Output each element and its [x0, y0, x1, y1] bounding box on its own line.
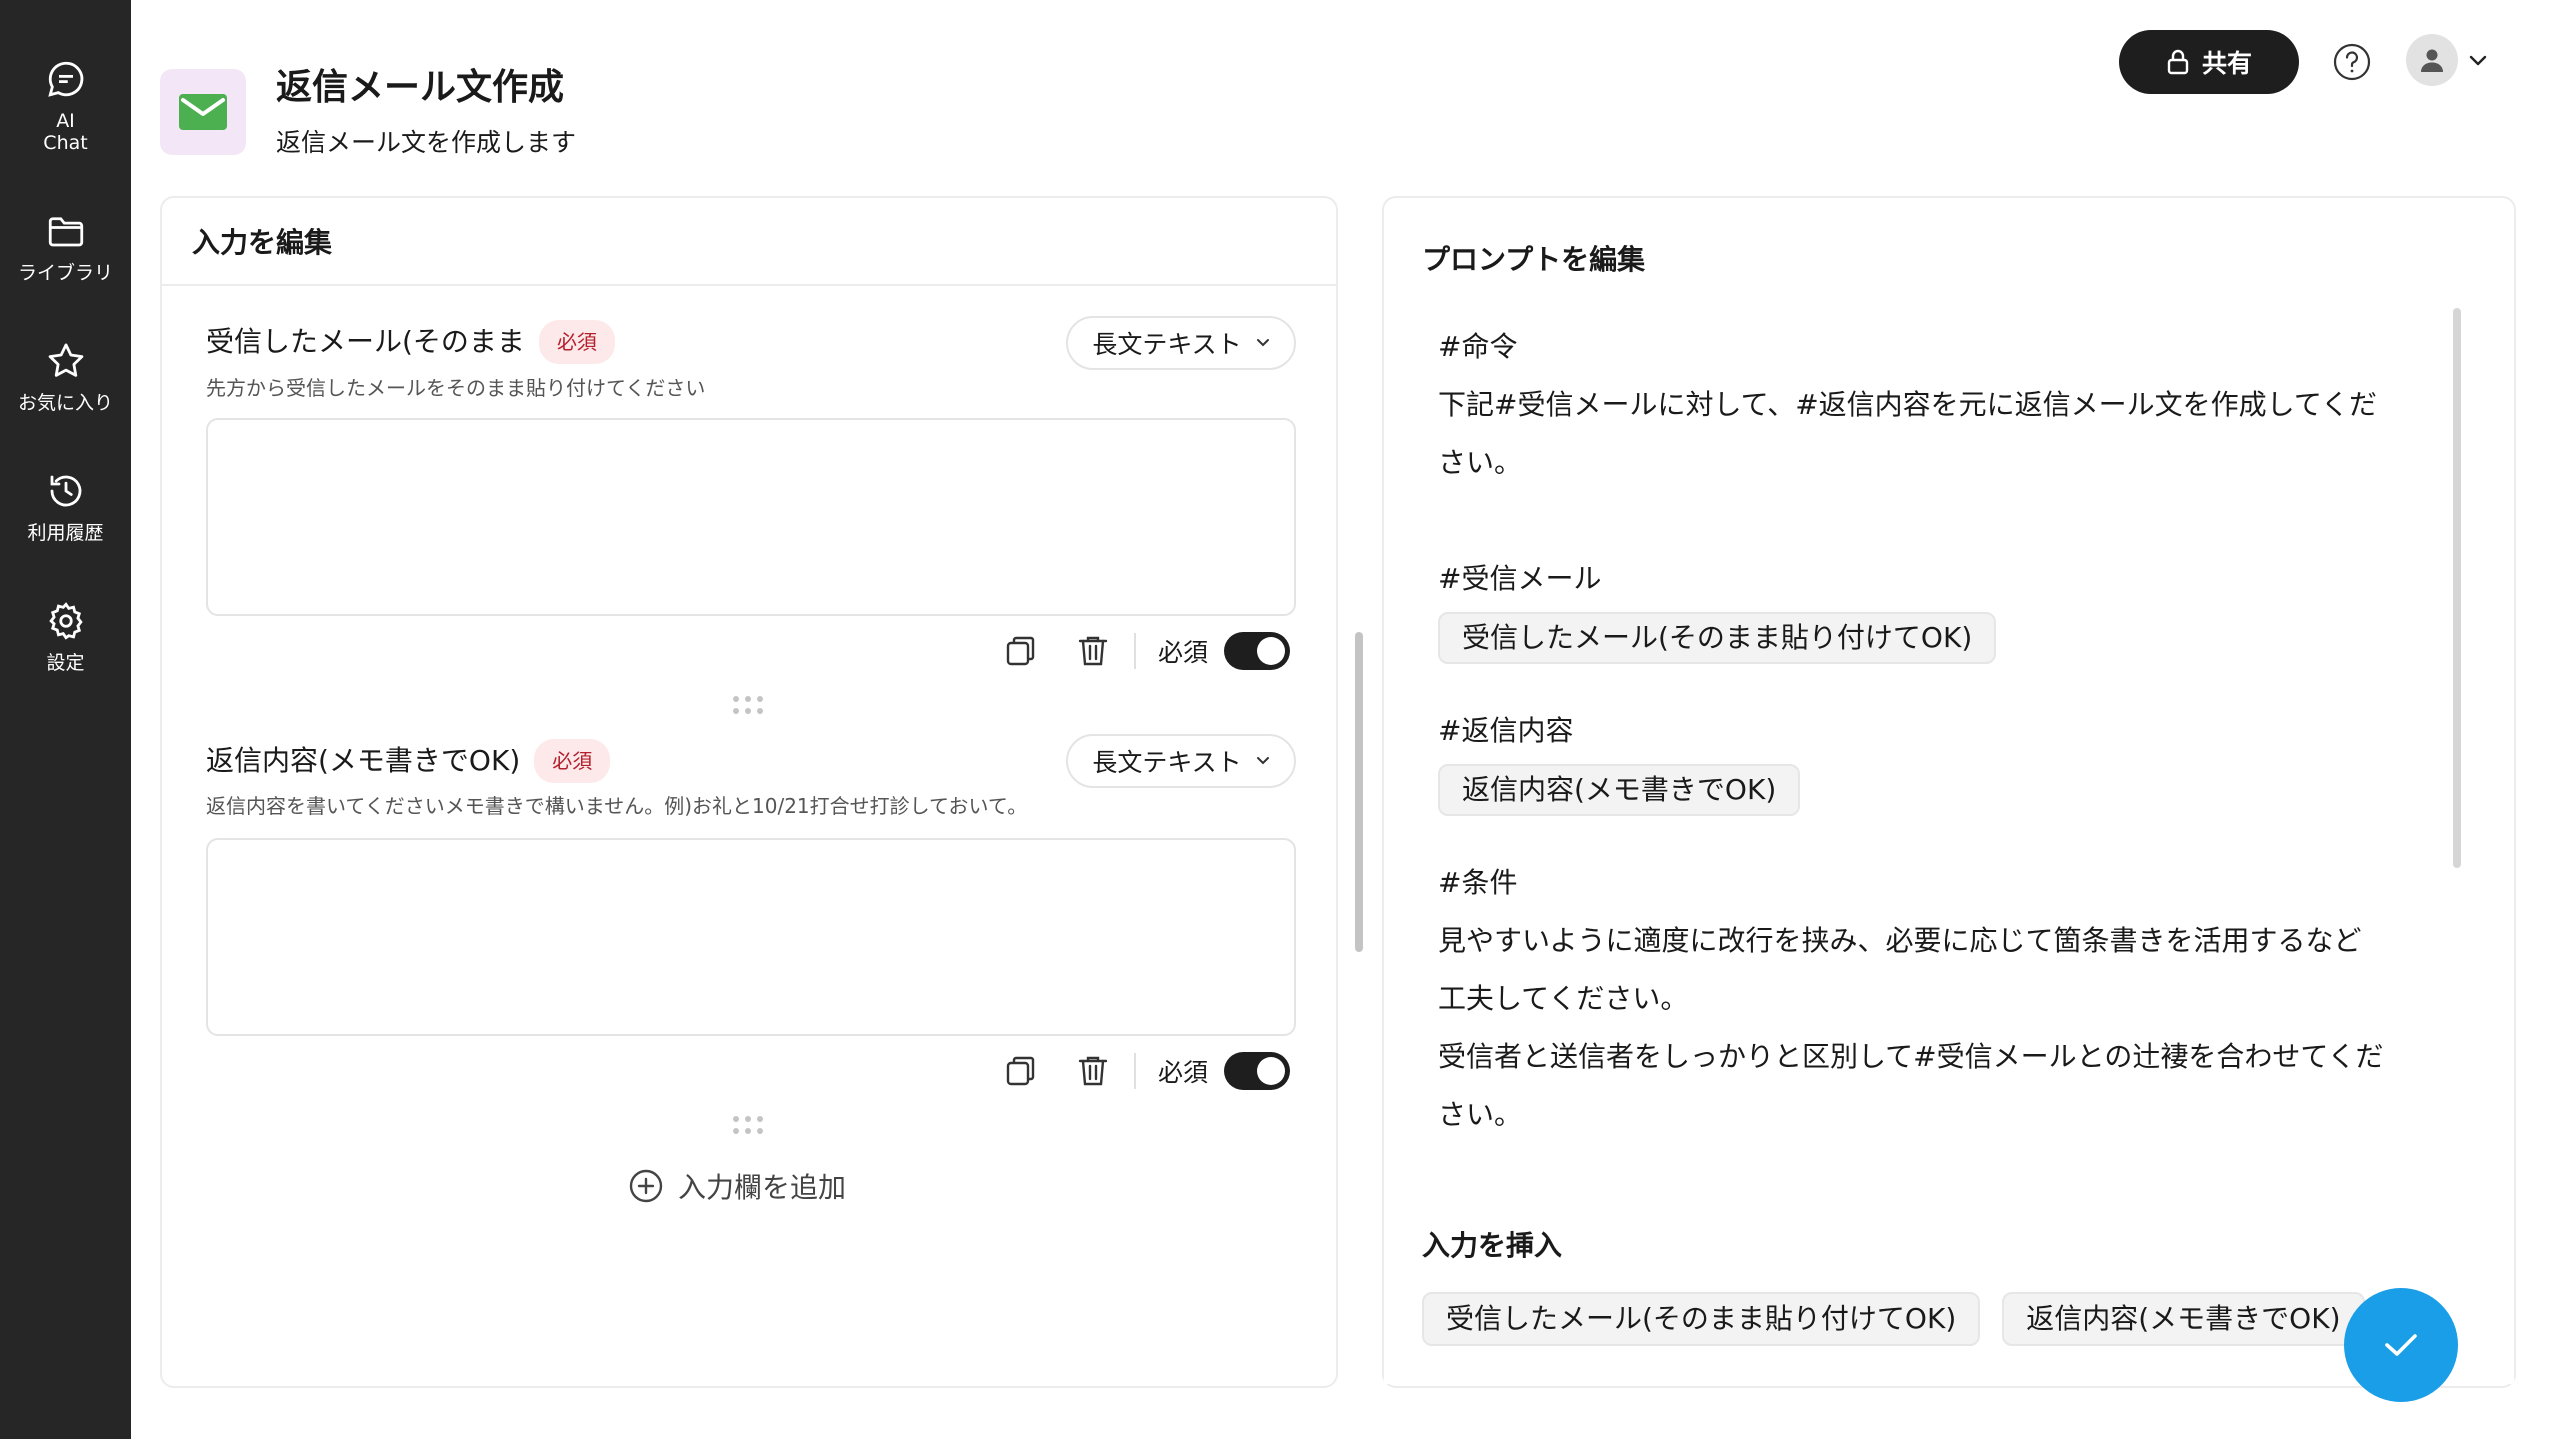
chevron-down-icon: [2469, 55, 2487, 66]
field-actions: 必須: [1002, 632, 1291, 670]
folder-icon: [48, 217, 83, 247]
sidebar-item-history[interactable]: 利用履歴: [0, 470, 131, 544]
drag-handle[interactable]: [733, 696, 767, 716]
required-badge: 必須: [538, 320, 615, 364]
add-field-label: 入力欄を追加: [678, 1171, 847, 1204]
required-toggle[interactable]: [1224, 632, 1291, 670]
panel-title: 入力を編集: [162, 198, 1336, 286]
required-badge: 必須: [534, 739, 611, 783]
insert-chip[interactable]: 返信内容(メモ書きでOK): [2002, 1292, 2365, 1346]
reply-content-textarea[interactable]: [206, 838, 1296, 1036]
prompt-variable-chip[interactable]: 受信したメール(そのまま貼り付けてOK): [1438, 612, 1997, 664]
field-label: 受信したメール(そのまま: [206, 325, 525, 358]
sidebar-item-ai-chat[interactable]: AI Chat: [0, 58, 131, 154]
copy-icon[interactable]: [1002, 632, 1040, 670]
field-type-select[interactable]: 長文テキスト: [1066, 734, 1296, 788]
app-icon: [160, 69, 246, 155]
sidebar-item-label: お気に入り: [17, 392, 113, 414]
sidebar-item-settings[interactable]: 設定: [0, 600, 131, 674]
chevron-down-icon: [1256, 757, 1269, 765]
page-title: 返信メール文作成: [276, 67, 565, 108]
page-subtitle: 返信メール文を作成します: [276, 128, 577, 157]
field-type-label: 長文テキスト: [1092, 330, 1242, 359]
panel-title: プロンプトを編集: [1422, 243, 1646, 276]
prompt-heading: #受信メール: [1438, 562, 1602, 595]
field-title: 返信内容(メモ書きでOK) 必須: [206, 739, 611, 783]
sidebar-item-label: 利用履歴: [27, 522, 104, 544]
sidebar-item-label: AI Chat: [43, 110, 88, 154]
trash-icon[interactable]: [1074, 1052, 1112, 1090]
prompt-heading: #命令: [1438, 330, 1518, 363]
received-mail-textarea[interactable]: [206, 418, 1296, 616]
share-button[interactable]: 共有: [2119, 30, 2299, 94]
prompt-text: 受信者と送信者をしっかりと区別して#受信メールとの辻褄を合わせてくだ: [1438, 1040, 2384, 1073]
prompt-text: さい。: [1438, 446, 1523, 479]
sidebar-item-favorites[interactable]: お気に入り: [0, 340, 131, 414]
field-label: 返信内容(メモ書きでOK): [206, 744, 521, 777]
prompt-variable-chip[interactable]: 返信内容(メモ書きでOK): [1438, 764, 1801, 816]
required-toggle[interactable]: [1224, 1052, 1291, 1090]
trash-icon[interactable]: [1074, 632, 1112, 670]
add-field-button[interactable]: 入力欄を追加: [628, 1166, 846, 1206]
field-type-select[interactable]: 長文テキスト: [1066, 316, 1296, 370]
lock-icon: [2167, 49, 2189, 75]
insert-title: 入力を挿入: [1422, 1229, 1563, 1262]
prompt-text: 下記#受信メールに対して、#返信内容を元に返信メール文を作成してくだ: [1438, 388, 2378, 421]
prompt-text: 工夫してください。: [1438, 982, 1689, 1015]
mail-icon: [179, 94, 227, 130]
prompt-editor[interactable]: #命令 下記#受信メールに対して、#返信内容を元に返信メール文を作成してくだ さ…: [1438, 318, 2428, 1326]
field-description: 先方から受信したメールをそのまま貼り付けてください: [206, 376, 706, 400]
input-editor-panel: 入力を編集 受信したメール(そのまま 必須 長文テキスト 先方から受信したメール…: [160, 196, 1338, 1388]
account-menu[interactable]: [2406, 34, 2488, 86]
prompt-heading: #条件: [1438, 866, 1518, 899]
sidebar-item-label: 設定: [46, 652, 85, 674]
chevron-down-icon: [1256, 339, 1269, 347]
check-icon: [2385, 1334, 2417, 1356]
insert-chip[interactable]: 受信したメール(そのまま貼り付けてOK): [1422, 1292, 1981, 1346]
field-actions: 必須: [1002, 1052, 1291, 1090]
prompt-heading: #返信内容: [1438, 714, 1574, 747]
avatar: [2406, 34, 2458, 86]
required-toggle-label: 必須: [1158, 1058, 1209, 1087]
sidebar: AI Chat ライブラリ お気に入り 利用履歴 設定: [0, 0, 131, 1439]
divider: [1134, 633, 1136, 669]
scrollbar[interactable]: [1355, 632, 1363, 952]
prompt-text: さい。: [1438, 1098, 1523, 1131]
sidebar-item-label: ライブラリ: [17, 262, 113, 284]
field-title: 受信したメール(そのまま 必須: [206, 320, 615, 364]
prompt-editor-panel: プロンプトを編集 #命令 下記#受信メールに対して、#返信内容を元に返信メール文…: [1382, 196, 2516, 1388]
scrollbar[interactable]: [2453, 308, 2461, 868]
sidebar-item-library[interactable]: ライブラリ: [0, 210, 131, 284]
insert-chip-list: 受信したメール(そのまま貼り付けてOK) 返信内容(メモ書きでOK): [1422, 1292, 2365, 1346]
history-icon: [50, 475, 81, 507]
plus-circle-icon: [629, 1169, 663, 1203]
divider: [1134, 1053, 1136, 1089]
confirm-button[interactable]: [2344, 1288, 2458, 1402]
chat-icon: [47, 61, 83, 97]
field-type-label: 長文テキスト: [1092, 748, 1242, 777]
prompt-text: 見やすいように適度に改行を挟み、必要に応じて箇条書きを活用するなど: [1438, 924, 2362, 957]
field-description: 返信内容を書いてくださいメモ書きで構いません。例)お礼と10/21打合せ打診して…: [206, 794, 1028, 818]
help-icon[interactable]: [2332, 42, 2372, 82]
star-icon: [48, 343, 83, 377]
drag-handle[interactable]: [733, 1116, 767, 1136]
copy-icon[interactable]: [1002, 1052, 1040, 1090]
required-toggle-label: 必須: [1158, 638, 1209, 667]
share-button-label: 共有: [2201, 49, 2252, 78]
user-icon: [2421, 49, 2443, 72]
gear-icon: [48, 602, 83, 640]
